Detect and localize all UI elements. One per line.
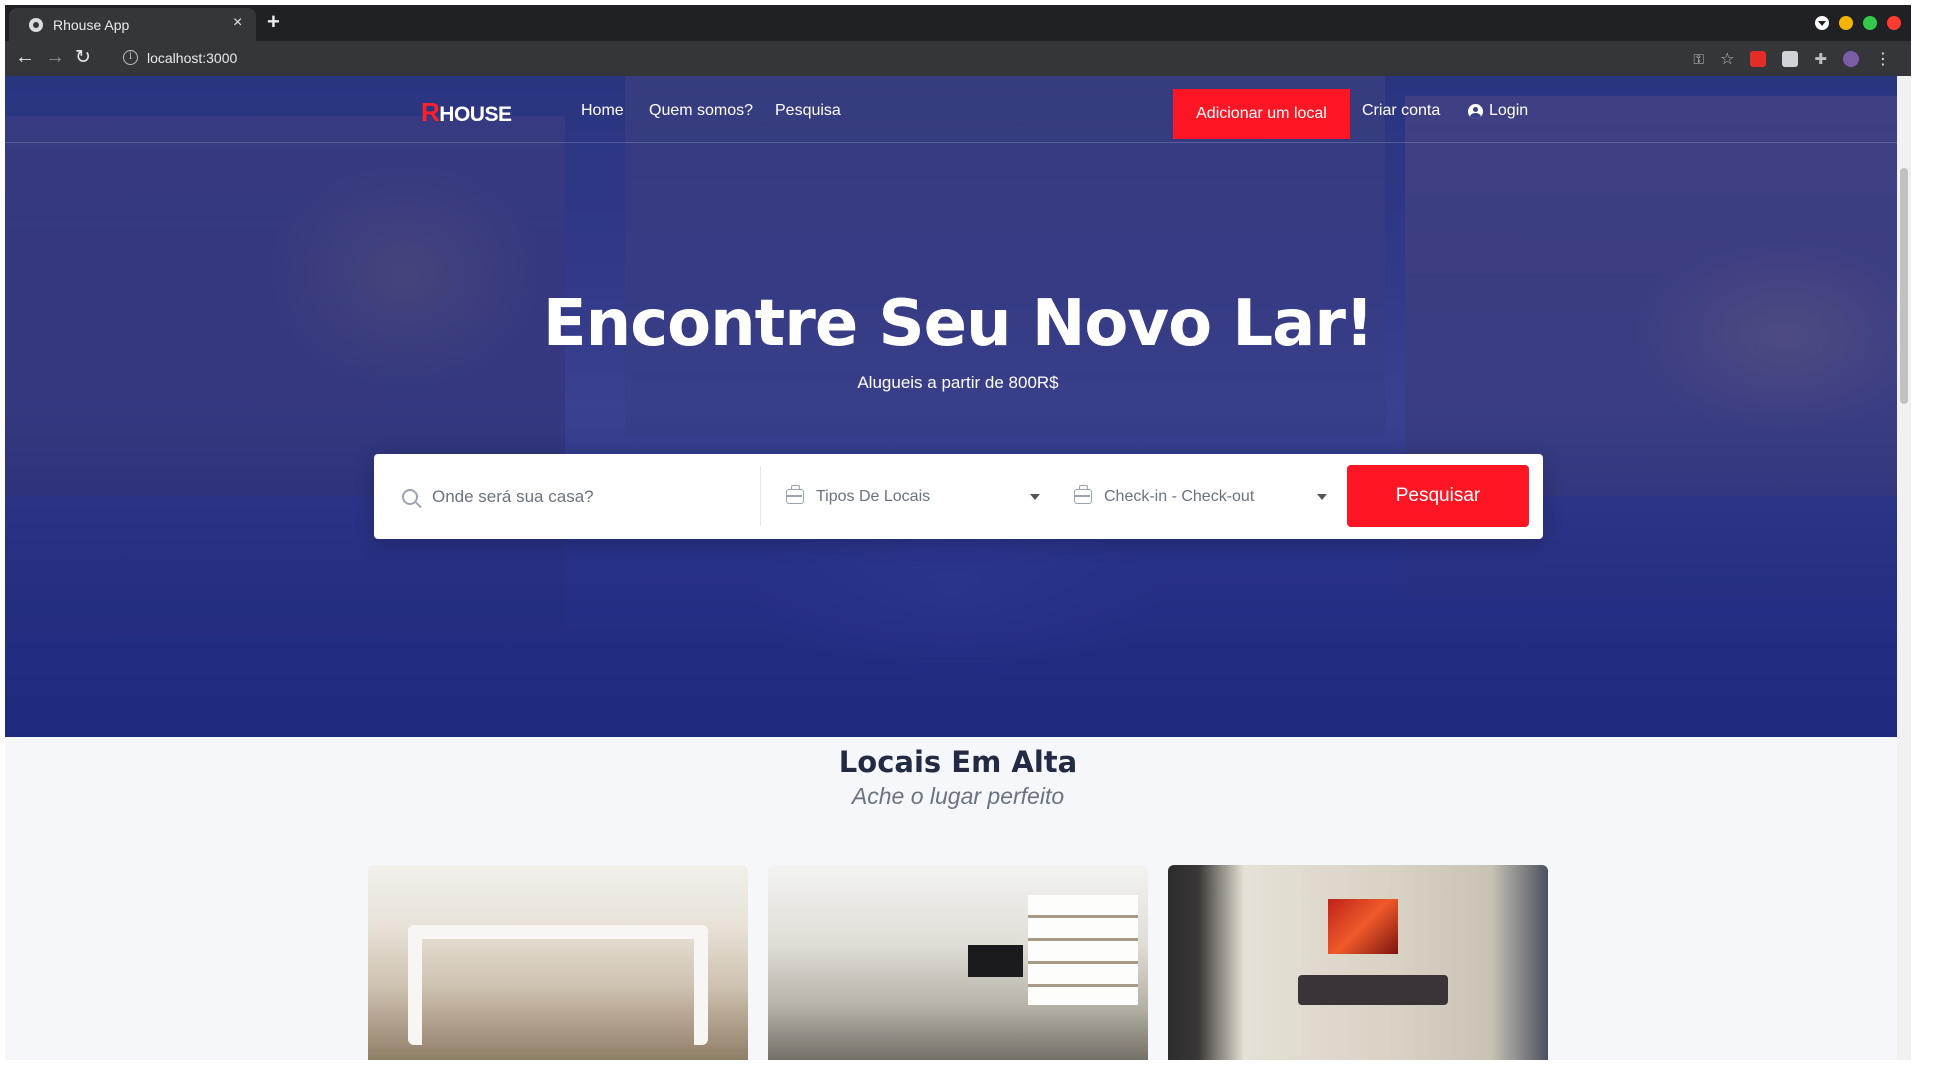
briefcase-icon: [1074, 485, 1092, 504]
listing-card[interactable]: [768, 865, 1148, 1060]
nav-home[interactable]: Home: [581, 102, 624, 120]
search-button[interactable]: Pesquisar: [1347, 465, 1529, 527]
tab-search-icon[interactable]: [1815, 16, 1829, 30]
puzzle-icon[interactable]: ✚: [1814, 50, 1827, 68]
login-label: Login: [1489, 102, 1529, 119]
listing-card[interactable]: [368, 865, 748, 1060]
search-divider: [760, 466, 761, 526]
scrollbar-thumb[interactable]: [1900, 168, 1908, 404]
new-tab-button[interactable]: +: [267, 9, 280, 35]
close-window-button[interactable]: [1887, 16, 1901, 30]
hero-subtitle: Alugueis a partir de 800R$: [857, 373, 1059, 392]
add-place-button[interactable]: Adicionar um local: [1173, 89, 1350, 139]
chevron-down-icon: [1030, 494, 1040, 500]
browser-tab[interactable]: Rhouse App ×: [9, 8, 256, 41]
globe-icon: [29, 18, 43, 32]
date-range-label: Check-in - Check-out: [1104, 487, 1255, 505]
menu-icon[interactable]: ⋮: [1875, 49, 1891, 69]
search-input[interactable]: Onde será sua casa?: [432, 487, 594, 507]
date-range-select[interactable]: Check-in - Check-out: [1074, 454, 1336, 539]
search-form: Onde será sua casa? Tipos De Locais Chec…: [374, 454, 1543, 539]
hero-title: Encontre Seu Novo Lar!: [542, 287, 1374, 361]
location-search-field[interactable]: Onde será sua casa?: [402, 454, 752, 539]
briefcase-icon: [786, 485, 804, 504]
maximize-button[interactable]: [1863, 16, 1877, 30]
back-button[interactable]: ←: [15, 46, 35, 69]
login-link[interactable]: Login: [1468, 102, 1528, 120]
section-title: Locais Em Alta: [838, 745, 1078, 779]
window-controls: [1815, 16, 1901, 30]
nav-search[interactable]: Pesquisa: [775, 102, 841, 120]
extension-icon[interactable]: [1782, 51, 1799, 67]
profile-avatar[interactable]: [1843, 51, 1859, 67]
info-icon[interactable]: i: [123, 50, 138, 65]
user-circle-icon: [1468, 103, 1483, 119]
tab-title: Rhouse App: [53, 17, 130, 33]
star-icon[interactable]: ☆: [1720, 49, 1734, 69]
signup-link[interactable]: Criar conta: [1362, 102, 1440, 120]
listing-photo-detail: [1298, 975, 1448, 1005]
browser-window: Rhouse App × + ← → ↻ i localhost:3000 ⚿ …: [5, 5, 1911, 1060]
hero-section: RHOUSE Home Quem somos? Pesquisa Adicion…: [5, 76, 1911, 737]
forward-button[interactable]: →: [45, 46, 65, 69]
listing-photo-detail: [968, 945, 1023, 977]
logo-text: HOUSE: [439, 103, 512, 126]
listing-card[interactable]: [1168, 865, 1548, 1060]
search-icon: [402, 488, 418, 505]
youtube-extension-icon[interactable]: [1750, 51, 1767, 67]
minimize-button[interactable]: [1839, 16, 1853, 30]
logo[interactable]: RHOUSE: [421, 97, 512, 128]
place-type-select[interactable]: Tipos De Locais: [786, 454, 1056, 539]
address-bar[interactable]: localhost:3000: [147, 50, 237, 66]
page-scrollbar[interactable]: [1897, 76, 1911, 1060]
browser-toolbar: ← → ↻ i localhost:3000 ⚿ ☆ ✚ ⋮: [5, 41, 1911, 76]
key-icon[interactable]: ⚿: [1693, 51, 1704, 68]
logo-letter: R: [421, 97, 440, 127]
nav-divider: [5, 142, 1911, 143]
toolbar-actions: ⚿ ☆ ✚ ⋮: [1693, 49, 1891, 69]
place-type-label: Tipos De Locais: [816, 487, 931, 505]
listing-photo: [1028, 895, 1138, 1005]
listing-photo: [408, 925, 708, 1045]
reload-button[interactable]: ↻: [75, 46, 91, 69]
tab-bar: Rhouse App × +: [5, 5, 1911, 41]
chevron-down-icon: [1317, 494, 1327, 500]
section-subtitle: Ache o lugar perfeito: [851, 783, 1065, 809]
listing-photo: [1328, 899, 1398, 954]
tab-close-button[interactable]: ×: [233, 14, 242, 32]
hero-overlay: [5, 76, 1911, 737]
nav-about[interactable]: Quem somos?: [649, 102, 753, 120]
